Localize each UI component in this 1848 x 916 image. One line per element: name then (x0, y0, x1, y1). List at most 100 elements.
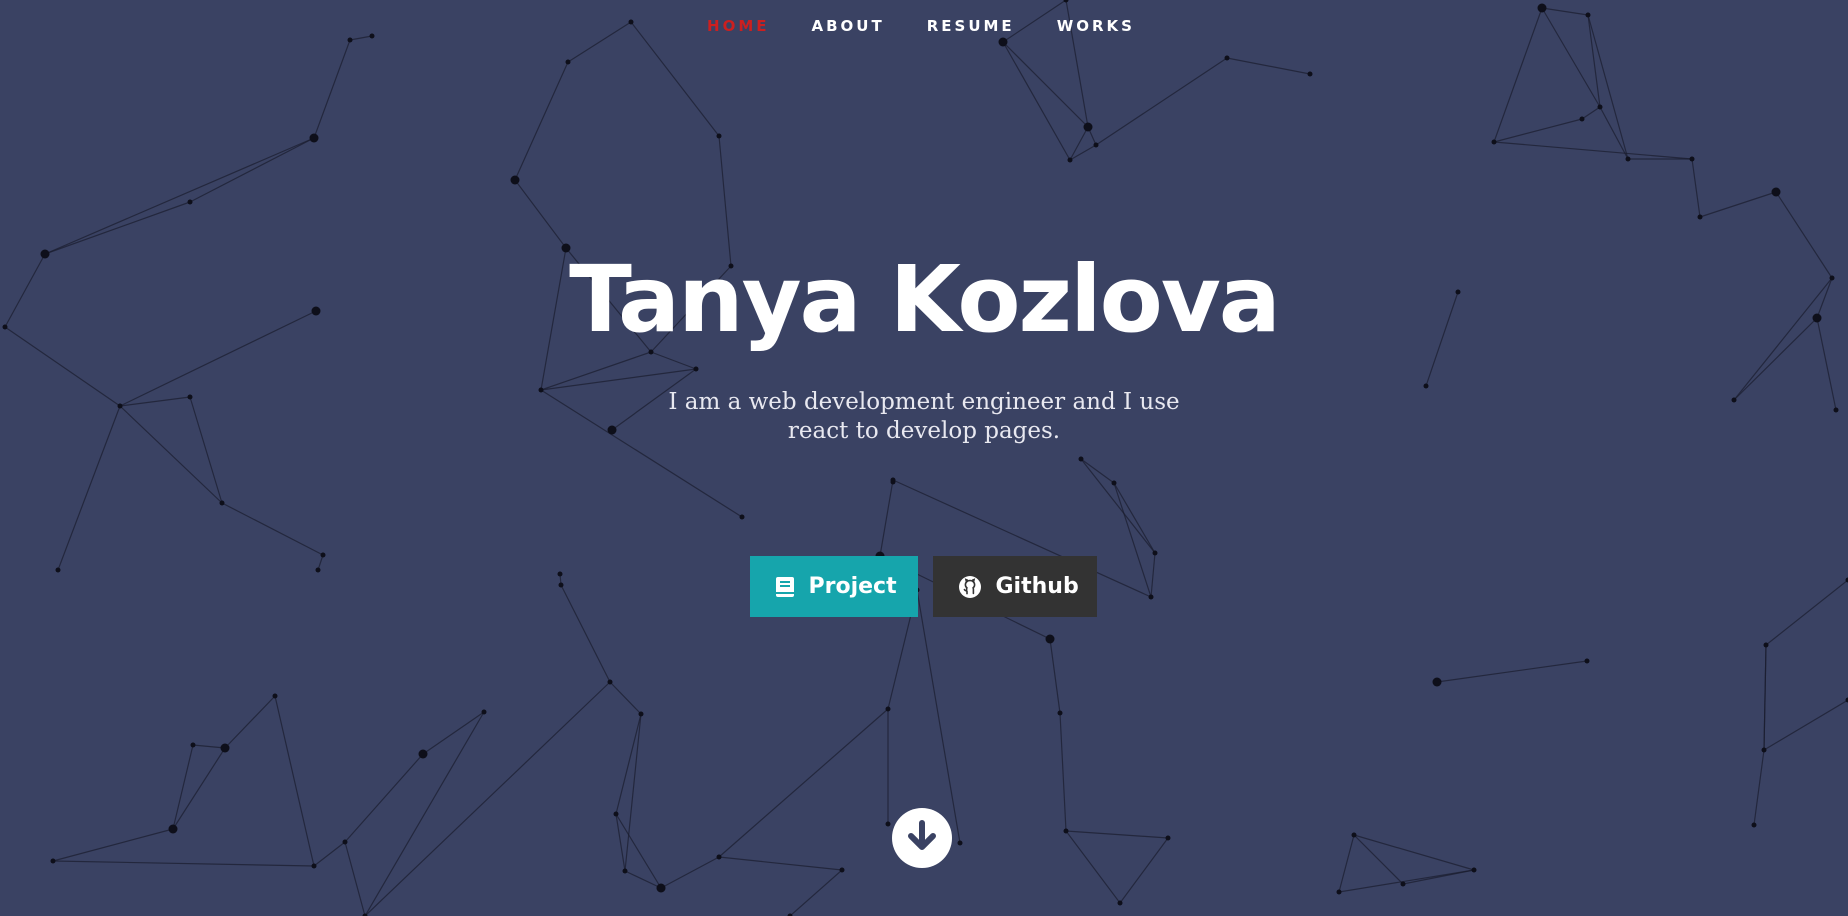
network-line (1338, 869, 1475, 893)
network-line (1113, 482, 1156, 554)
network-node (1763, 642, 1769, 648)
network-line (44, 137, 315, 255)
network-line (1753, 749, 1765, 826)
network-line (1119, 837, 1169, 904)
network-node (613, 811, 619, 817)
network-node (622, 868, 628, 874)
network-line (313, 841, 346, 867)
network-node (1067, 157, 1073, 163)
network-node (890, 477, 896, 483)
network-line (615, 713, 642, 815)
network-node (1697, 214, 1703, 220)
network-line (1493, 141, 1693, 160)
network-node (1584, 658, 1590, 664)
book-icon (775, 576, 795, 598)
network-node (1625, 156, 1631, 162)
network-line (52, 860, 315, 867)
network-line (660, 856, 720, 889)
network-line (422, 711, 485, 755)
network-node (1579, 116, 1585, 122)
network-line (630, 21, 720, 137)
network-line (1080, 458, 1156, 554)
project-button[interactable]: Project (749, 556, 918, 617)
network-node (565, 59, 571, 65)
network-line (1763, 644, 1767, 751)
network-node (957, 840, 963, 846)
network-line (1059, 712, 1067, 832)
network-line (344, 753, 424, 843)
particle-network-background (2, 0, 1848, 916)
nav-works[interactable]: WORKS (1057, 17, 1135, 35)
network-node (510, 175, 520, 185)
scroll-down-button[interactable] (892, 808, 952, 868)
network-line (879, 479, 894, 557)
network-line (1493, 118, 1583, 143)
network-node (1063, 0, 1069, 3)
network-node (1761, 747, 1767, 753)
network-line (1581, 106, 1601, 120)
network-node (1751, 822, 1757, 828)
network-line (189, 137, 315, 203)
network-node (1432, 677, 1442, 687)
network-line (718, 708, 889, 858)
network-node (1224, 55, 1230, 61)
network-line (224, 695, 276, 749)
network-node (1336, 889, 1342, 895)
network-line (172, 747, 226, 830)
network-line (916, 589, 961, 844)
network-line (221, 502, 324, 556)
network-line (1587, 14, 1629, 160)
nav-about[interactable]: ABOUT (812, 17, 885, 35)
network-line (1699, 191, 1777, 218)
network-node (839, 867, 845, 873)
network-line (514, 61, 569, 181)
network-line (1691, 158, 1701, 218)
project-button-label: Project (808, 574, 897, 599)
network-node (1400, 881, 1406, 887)
network-node (311, 863, 317, 869)
network-line (1095, 57, 1228, 146)
network-node (1152, 550, 1158, 556)
network-node (272, 693, 278, 699)
network-node (1771, 187, 1781, 197)
hero-buttons: Project Github (0, 556, 1848, 617)
arrow-down-icon (905, 819, 939, 857)
network-line (274, 695, 315, 867)
network-line (1763, 699, 1848, 751)
network-node (1537, 3, 1547, 13)
network-node (220, 743, 230, 753)
network-node (1471, 867, 1477, 873)
network-node (656, 883, 666, 893)
network-line (313, 39, 351, 139)
github-button[interactable]: Github (932, 556, 1097, 617)
network-node (219, 500, 225, 506)
network-node (885, 821, 891, 827)
hero-name: Tanya Kozlova (569, 246, 1281, 353)
network-node (1491, 139, 1497, 145)
network-node (190, 742, 196, 748)
network-node (1117, 900, 1123, 906)
network-node (1689, 156, 1695, 162)
network-node (1111, 480, 1117, 486)
network-line (172, 744, 194, 830)
network-node (998, 37, 1008, 47)
main-navigation: HOME ABOUT RESUME WORKS (0, 17, 1848, 35)
network-line (364, 681, 611, 916)
network-line (1541, 7, 1589, 16)
network-line (1065, 830, 1169, 839)
network-line (609, 681, 642, 715)
network-line (718, 856, 843, 871)
network-line (1226, 57, 1311, 75)
network-line (624, 713, 642, 872)
network-node (309, 133, 319, 143)
network-line (349, 35, 373, 41)
nav-resume[interactable]: RESUME (927, 17, 1015, 35)
network-node (716, 133, 722, 139)
network-line (1002, 41, 1071, 161)
network-node (1083, 122, 1093, 132)
nav-home[interactable]: HOME (707, 17, 769, 35)
hero-tagline: I am a web development engineer and I us… (668, 389, 1180, 444)
network-line (789, 869, 843, 916)
network-node (187, 199, 193, 205)
network-line (514, 179, 567, 249)
